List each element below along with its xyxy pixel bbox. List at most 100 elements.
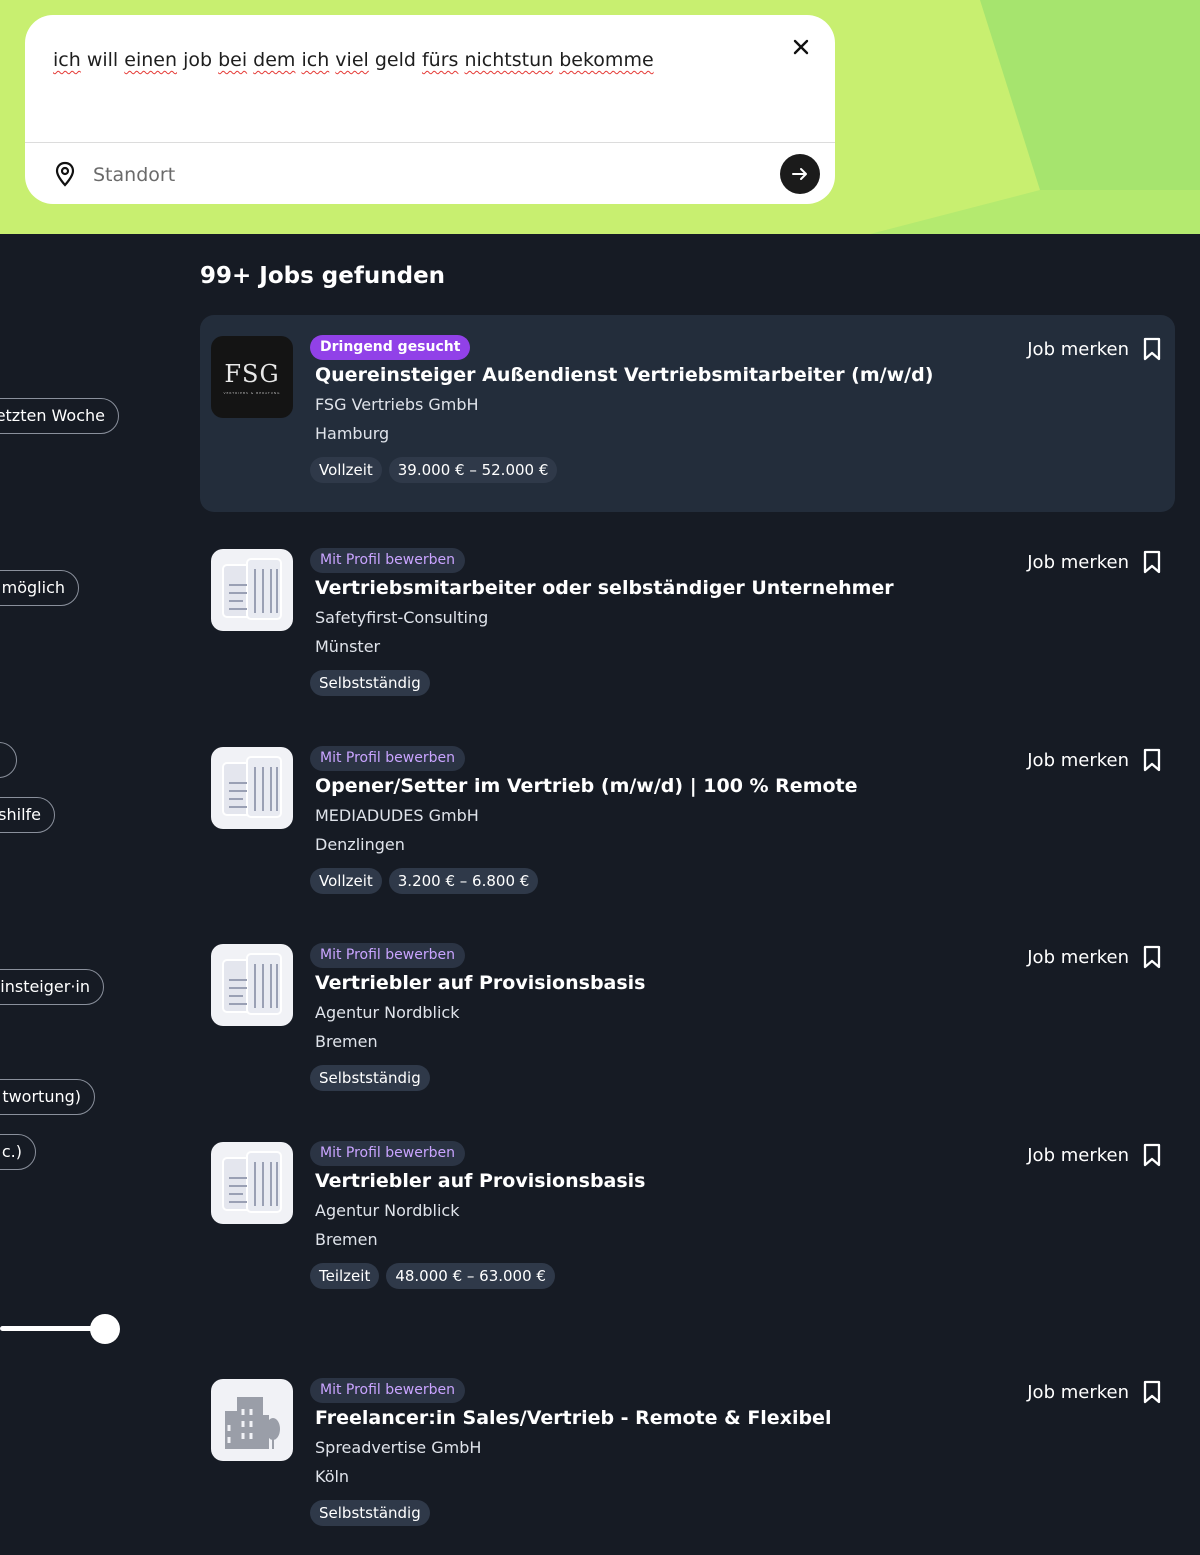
query-word: viel — [335, 49, 369, 71]
company-logo-placeholder — [211, 1142, 293, 1224]
apply-with-profile-badge: Mit Profil bewerben — [310, 1141, 465, 1166]
filter-chip[interactable]: etzten Woche — [0, 398, 119, 434]
save-job-label: Job merken — [1027, 749, 1129, 771]
save-job-button[interactable]: Job merken — [1027, 548, 1161, 576]
filter-chip-label: insteiger·in — [0, 977, 90, 996]
job-tags: Selbstständig — [310, 1500, 430, 1526]
job-location: Münster — [315, 637, 381, 656]
job-tags: Vollzeit 39.000 € – 52.000 € — [310, 457, 558, 483]
job-tags: Vollzeit 3.200 € – 6.800 € — [310, 868, 539, 894]
job-card[interactable]: Mit Profil bewerben Vertriebler auf Prov… — [200, 923, 1175, 1120]
company-logo-placeholder — [211, 944, 293, 1026]
query-word: dem — [253, 49, 296, 71]
save-job-label: Job merken — [1027, 946, 1129, 968]
query-word: will — [86, 49, 119, 71]
company-name: Agentur Nordblick — [315, 1003, 460, 1022]
clear-search-icon[interactable] — [789, 35, 813, 59]
filter-chip[interactable]: twortung) — [0, 1079, 95, 1115]
location-input[interactable] — [91, 157, 695, 193]
search-card: ich will einen job bei dem ich viel geld… — [25, 15, 835, 204]
save-job-button[interactable]: Job merken — [1027, 1378, 1161, 1406]
company-name: FSG Vertriebs GmbH — [315, 395, 479, 414]
job-location: Bremen — [315, 1230, 378, 1249]
job-tag: Selbstständig — [310, 1500, 430, 1526]
radius-slider-thumb[interactable] — [90, 1314, 120, 1344]
apply-with-profile-badge: Mit Profil bewerben — [310, 746, 465, 771]
filter-chip-label: shilfe — [0, 805, 41, 824]
job-card[interactable]: Mit Profil bewerben Opener/Setter im Ver… — [200, 726, 1175, 923]
bookmark-icon — [1143, 748, 1161, 772]
save-job-label: Job merken — [1027, 551, 1129, 573]
bookmark-icon — [1143, 945, 1161, 969]
company-name: Spreadvertise GmbH — [315, 1438, 482, 1457]
bookmark-icon — [1143, 1380, 1161, 1404]
apply-with-profile-badge: Mit Profil bewerben — [310, 548, 465, 573]
radius-slider-track[interactable] — [0, 1326, 100, 1331]
query-word: geld — [374, 49, 416, 71]
job-title[interactable]: Opener/Setter im Vertrieb (m/w/d) | 100 … — [315, 775, 858, 797]
job-tag: Selbstständig — [310, 670, 430, 696]
location-row — [25, 143, 835, 204]
filter-chip[interactable]: c.) — [0, 1134, 36, 1170]
job-tags: Selbstständig — [310, 1065, 430, 1091]
job-title[interactable]: Vertriebler auf Provisionsbasis — [315, 972, 646, 994]
filter-chip[interactable]: shilfe — [0, 797, 55, 833]
job-title[interactable]: Quereinsteiger Außendienst Vertriebsmita… — [315, 364, 933, 386]
save-job-button[interactable]: Job merken — [1027, 335, 1161, 363]
job-tag: Vollzeit — [310, 868, 382, 894]
save-job-label: Job merken — [1027, 338, 1129, 360]
job-tags: Selbstständig — [310, 670, 430, 696]
filter-chip-label: etzten Woche — [0, 406, 105, 425]
job-location: Hamburg — [315, 424, 390, 443]
urgent-badge: Dringend gesucht — [310, 335, 471, 360]
query-word: bei — [218, 49, 248, 71]
logo-text: FSG — [224, 359, 280, 388]
company-name: MEDIADUDES GmbH — [315, 806, 479, 825]
search-submit-button[interactable] — [780, 154, 820, 194]
job-card[interactable]: Mit Profil bewerben Vertriebsmitarbeiter… — [200, 528, 1175, 725]
query-word: fürs — [421, 49, 459, 71]
query-word: nichtstun — [464, 49, 554, 71]
company-logo-placeholder — [211, 549, 293, 631]
job-title[interactable]: Freelancer:in Sales/Vertrieb - Remote & … — [315, 1407, 831, 1429]
job-card[interactable]: Mit Profil bewerben Freelancer:in Sales/… — [200, 1358, 1175, 1555]
query-word: ich — [301, 49, 330, 71]
job-tags: Teilzeit 48.000 € – 63.000 € — [310, 1263, 555, 1289]
save-job-button[interactable]: Job merken — [1027, 1141, 1161, 1169]
logo-subtext: VERTRIEBS & BERATUNG — [223, 390, 281, 395]
filter-chip-label: twortung) — [2, 1087, 81, 1106]
bookmark-icon — [1143, 550, 1161, 574]
document-building-icon — [222, 558, 282, 620]
document-building-icon — [222, 953, 282, 1015]
arrow-right-icon — [792, 168, 807, 180]
company-name: Safetyfirst-Consulting — [315, 608, 489, 627]
save-job-label: Job merken — [1027, 1381, 1129, 1403]
job-tag: 48.000 € – 63.000 € — [386, 1263, 555, 1289]
job-tag: 39.000 € – 52.000 € — [388, 457, 558, 483]
apply-with-profile-badge: Mit Profil bewerben — [310, 1378, 465, 1403]
job-title[interactable]: Vertriebsmitarbeiter oder selbständiger … — [315, 577, 894, 599]
company-logo-placeholder — [211, 747, 293, 829]
job-card[interactable]: FSG VERTRIEBS & BERATUNG Dringend gesuch… — [200, 315, 1175, 512]
company-logo: FSG VERTRIEBS & BERATUNG — [211, 336, 293, 418]
save-job-button[interactable]: Job merken — [1027, 943, 1161, 971]
job-tag: Selbstständig — [310, 1065, 430, 1091]
query-word: bekomme — [559, 49, 654, 71]
job-location: Köln — [315, 1467, 350, 1486]
apply-with-profile-badge: Mit Profil bewerben — [310, 943, 465, 968]
filter-chip[interactable]: möglich — [0, 570, 79, 606]
job-card[interactable]: Mit Profil bewerben Vertriebler auf Prov… — [200, 1121, 1175, 1318]
bookmark-icon — [1143, 1143, 1161, 1167]
results-count-title: 99+ Jobs gefunden — [200, 263, 446, 289]
job-title[interactable]: Vertriebler auf Provisionsbasis — [315, 1170, 646, 1192]
filter-chip[interactable] — [0, 742, 17, 778]
search-query-field[interactable]: ich will einen job bei dem ich viel geld… — [25, 15, 835, 143]
save-job-button[interactable]: Job merken — [1027, 746, 1161, 774]
bookmark-icon — [1143, 337, 1161, 361]
filter-chip-label: möglich — [1, 578, 65, 597]
search-hero: ich will einen job bei dem ich viel geld… — [0, 0, 1200, 234]
save-job-label: Job merken — [1027, 1144, 1129, 1166]
filter-chip[interactable]: insteiger·in — [0, 969, 104, 1005]
job-tag: Teilzeit — [310, 1263, 380, 1289]
company-logo-placeholder — [211, 1379, 293, 1461]
